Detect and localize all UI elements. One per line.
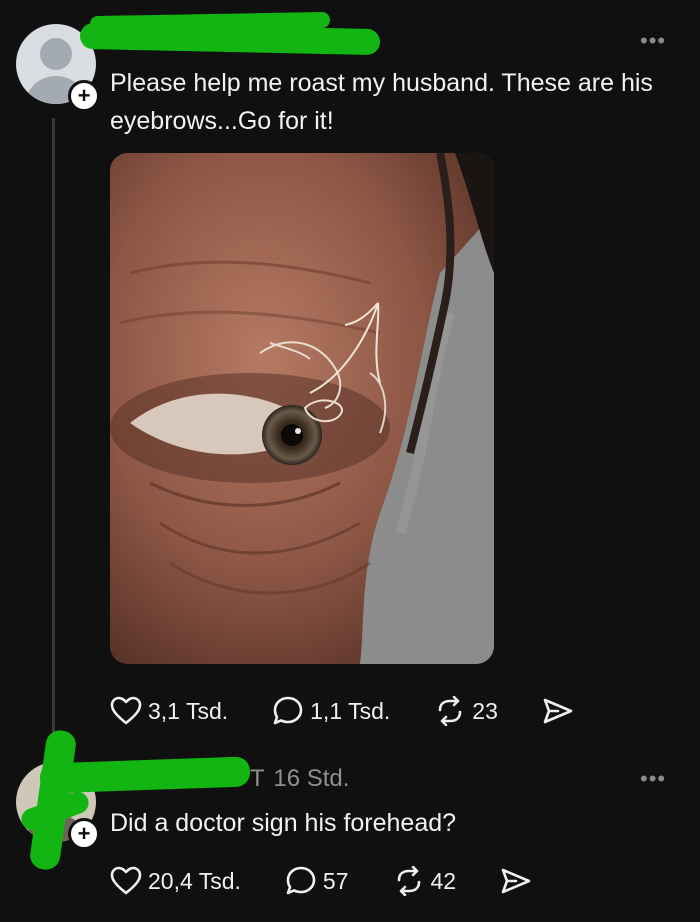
heart-icon [110,696,142,725]
post-action-bar: 3,1 Tsd. 1,1 Tsd. 23 [110,695,574,727]
post-image[interactable] [110,153,494,664]
repost-count: 23 [472,697,498,724]
reply-like-count: 20,4 Tsd. [148,867,241,894]
follow-button[interactable]: + [68,80,100,112]
like-button[interactable]: 3,1 Tsd. [110,696,228,726]
reply-like-button[interactable]: 20,4 Tsd. [110,866,241,896]
heart-icon [110,866,142,895]
reply-redaction-horizontal [39,756,251,794]
reply-comment-count: 57 [322,867,349,894]
reply-username-fragment: T [250,765,265,792]
like-count: 3,1 Tsd. [148,697,229,724]
reply-more-options-button[interactable]: ••• [640,766,666,792]
comment-button[interactable]: 1,1 Tsd. [272,695,390,727]
reply-action-bar: 20,4 Tsd. 57 42 [110,865,532,897]
reply-time: 16 Std. [273,765,350,792]
post-more-options-button[interactable]: ••• [640,28,666,54]
post-body-text: Please help me roast my husband. These a… [110,69,653,135]
avatar-default-head [40,38,72,70]
reply-comment-button[interactable]: 57 [285,865,349,897]
reply-timestamp: T 16 Std. [250,765,349,793]
reply-follow-button[interactable]: + [68,818,100,850]
comment-count: 1,1 Tsd. [310,697,391,724]
reply-repost-button[interactable]: 42 [393,866,457,896]
reply-body-text: Did a doctor sign his forehead? [110,809,457,837]
send-icon [501,868,531,894]
repost-arrows-icon [438,696,462,726]
reply-repost-count: 42 [430,867,457,894]
send-icon [543,698,573,724]
comment-bubble-icon [273,696,303,725]
repost-button[interactable]: 23 [434,696,498,726]
comment-bubble-icon [286,866,316,895]
eyebrow-photo-illustration [110,153,494,664]
reply-share-button[interactable] [500,866,532,896]
repost-arrows-icon [397,866,420,896]
share-button[interactable] [542,696,574,726]
thread-connector-line [52,118,55,758]
